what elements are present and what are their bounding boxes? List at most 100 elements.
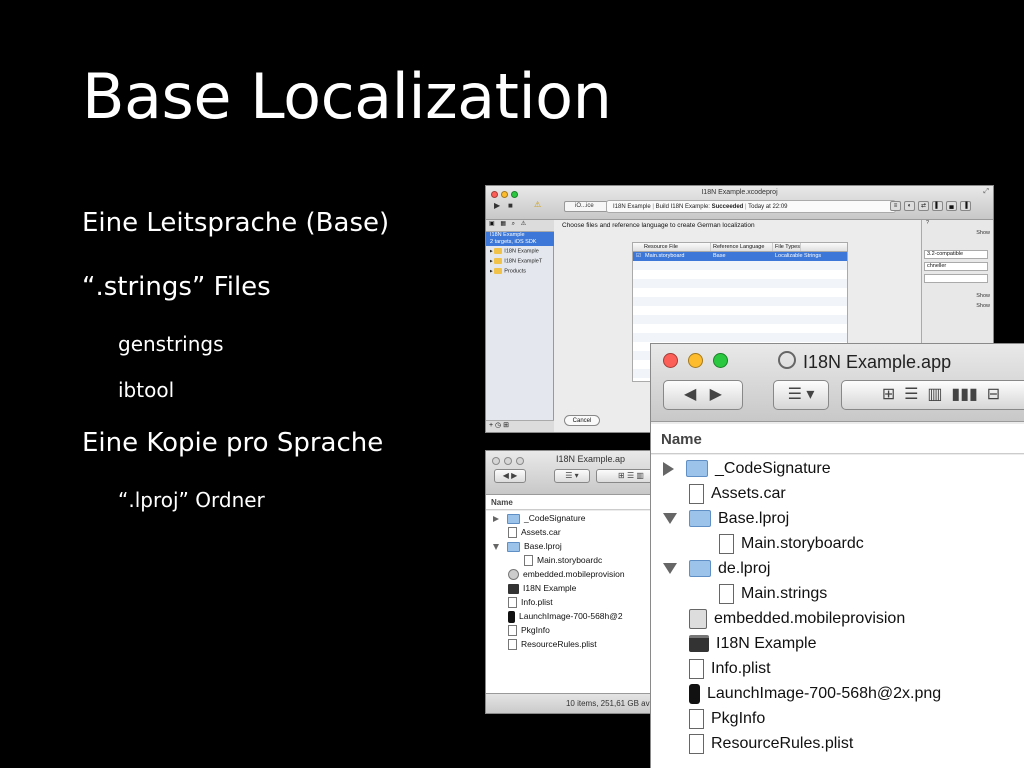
list-item-label: _CodeSignature: [524, 513, 586, 523]
list-item-label: Info.plist: [711, 660, 771, 677]
disclosure-expanded-icon[interactable]: [663, 563, 677, 575]
list-item[interactable]: Info.plist: [493, 597, 553, 609]
zoom-button[interactable]: [713, 353, 728, 368]
row-language[interactable]: Base: [711, 252, 773, 261]
show-link-3[interactable]: Show: [976, 303, 990, 309]
sheet-message: Choose files and reference language to c…: [562, 222, 755, 229]
show-link-2[interactable]: Show: [976, 293, 990, 299]
list-item[interactable]: Assets.car: [663, 482, 786, 506]
zoom-button[interactable]: [516, 457, 524, 465]
navigator-toggle-icon[interactable]: ▌: [932, 201, 943, 211]
version-editor-icon[interactable]: ⇄: [918, 201, 929, 211]
name-field[interactable]: chneller: [924, 262, 988, 271]
navigator-item-label: I18N Example: [504, 248, 539, 255]
list-item[interactable]: LaunchImage-700-568h@2: [493, 611, 623, 623]
minimize-button[interactable]: [504, 457, 512, 465]
list-item-label: LaunchImage-700-568h@2: [519, 611, 623, 622]
cancel-button[interactable]: Cancel: [564, 415, 600, 426]
list-item[interactable]: Main.strings: [663, 582, 827, 606]
view-mode-buttons[interactable]: ⊞ ☰ ▥ ▮▮▮ ⊟: [841, 380, 1024, 410]
close-button[interactable]: [663, 353, 678, 368]
executable-icon: [689, 635, 709, 653]
list-item[interactable]: ResourceRules.plist: [493, 639, 597, 651]
column-file-types[interactable]: File Types: [773, 243, 801, 251]
bullet-copy-per-language: Eine Kopie pro Sprache: [82, 428, 384, 458]
list-item[interactable]: PkgInfo: [493, 625, 550, 637]
document-icon: [508, 527, 517, 539]
back-forward-buttons[interactable]: ◀ ▶: [663, 380, 743, 410]
list-item[interactable]: I18N Example: [493, 583, 576, 594]
list-item[interactable]: LaunchImage-700-568h@2x.png: [663, 682, 941, 706]
list-item[interactable]: _CodeSignature: [663, 457, 831, 481]
standard-editor-icon[interactable]: ≡: [890, 201, 901, 211]
bullet-base-language: Eine Leitsprache (Base): [82, 208, 390, 238]
finder-window-large: I18N Example.app ◀ ▶ ☰ ▾ ⊞ ☰ ▥ ▮▮▮ ⊟ Nam…: [650, 343, 1024, 768]
list-item-label: PkgInfo: [521, 625, 550, 635]
disclosure-collapsed-icon[interactable]: [493, 515, 499, 522]
navigator-item[interactable]: ▸ I18N ExampleT: [490, 258, 542, 264]
list-item[interactable]: Base.lproj: [493, 541, 562, 552]
list-item[interactable]: _CodeSignature: [493, 513, 585, 524]
activity-project: I18N Example: [613, 204, 651, 210]
list-item[interactable]: Info.plist: [663, 657, 771, 681]
list-item[interactable]: Base.lproj: [663, 507, 789, 531]
back-forward-buttons[interactable]: ◀ ▶: [494, 469, 526, 483]
navigator-item[interactable]: ▸ Products: [490, 268, 526, 274]
show-link[interactable]: Show: [976, 230, 990, 236]
finder-window-small: I18N Example.ap ◀ ▶ ☰ ▾ ⊞ ☰ ▥ Name _Code…: [485, 450, 675, 714]
folder-icon: [507, 513, 520, 524]
list-item[interactable]: Assets.car: [493, 527, 561, 539]
checkbox-icon[interactable]: ☑: [633, 252, 643, 261]
document-icon: [508, 639, 517, 651]
assistant-editor-icon[interactable]: ◐: [904, 201, 915, 211]
bullet-genstrings: genstrings: [118, 332, 224, 356]
disclosure-expanded-icon[interactable]: [663, 513, 677, 525]
list-item-label: Assets.car: [711, 485, 786, 502]
image-icon: [508, 611, 515, 623]
fullscreen-icon[interactable]: ⤢: [983, 188, 989, 196]
document-icon: [689, 658, 704, 679]
arrange-button[interactable]: ☰ ▾: [554, 469, 590, 483]
list-item[interactable]: I18N Example: [663, 632, 817, 656]
navigator-project-row[interactable]: I18N Example 2 targets, iOS SDK: [486, 232, 554, 246]
compat-select[interactable]: 3.2-compatible: [924, 250, 988, 259]
list-item-label: ResourceRules.plist: [711, 735, 854, 752]
navigator-item-label: I18N ExampleT: [504, 258, 543, 265]
stop-icon[interactable]: ■: [508, 201, 513, 210]
list-item-label: de.lproj: [718, 560, 771, 577]
row-type[interactable]: Localizable Strings: [773, 252, 821, 261]
column-header-name[interactable]: Name: [651, 424, 1024, 454]
run-icon[interactable]: ▶: [494, 201, 500, 210]
column-resource-file[interactable]: Resource File: [633, 243, 711, 251]
debug-toggle-icon[interactable]: ▄: [946, 201, 957, 211]
empty-field[interactable]: [924, 274, 988, 283]
list-item[interactable]: embedded.mobileprovision: [663, 607, 905, 631]
close-button[interactable]: [492, 457, 500, 465]
list-item[interactable]: de.lproj: [663, 557, 770, 581]
disclosure-expanded-icon[interactable]: [493, 543, 499, 550]
breakpoint-warning-icon: ⚠: [534, 200, 542, 209]
list-item[interactable]: PkgInfo: [663, 707, 765, 731]
navigator-item[interactable]: ▸ I18N Example: [490, 248, 539, 254]
list-item[interactable]: Main.storyboardc: [493, 555, 602, 567]
table-row[interactable]: ☑ Main.storyboard Base Localizable Strin…: [633, 252, 847, 261]
navigator-filter-bar[interactable]: + ◷ ⊞: [486, 420, 554, 432]
list-item[interactable]: embedded.mobileprovision: [493, 569, 625, 581]
folder-icon: [689, 560, 711, 578]
list-item[interactable]: Main.storyboardc: [663, 532, 864, 556]
app-icon: [778, 351, 796, 369]
folder-icon: [494, 248, 503, 254]
utilities-toggle-icon[interactable]: ▐: [960, 201, 971, 211]
column-reference-language[interactable]: Reference Language: [711, 243, 773, 251]
minimize-button[interactable]: [688, 353, 703, 368]
column-header-name[interactable]: Name: [486, 495, 674, 510]
help-icon[interactable]: ?: [926, 220, 929, 226]
folder-icon: [686, 460, 708, 478]
activity-status-prefix: Build I18N Example:: [655, 204, 710, 210]
arrange-button[interactable]: ☰ ▾: [773, 380, 829, 410]
list-item[interactable]: ResourceRules.plist: [663, 732, 853, 756]
xcode-window-title: I18N Example.xcodeproj: [701, 189, 778, 196]
activity-view: I18N Example | Build I18N Example: Succe…: [606, 200, 896, 213]
disclosure-collapsed-icon[interactable]: [663, 461, 674, 476]
navigator-tabs[interactable]: ▣ ▦ ⌕ ⚠: [486, 220, 554, 232]
